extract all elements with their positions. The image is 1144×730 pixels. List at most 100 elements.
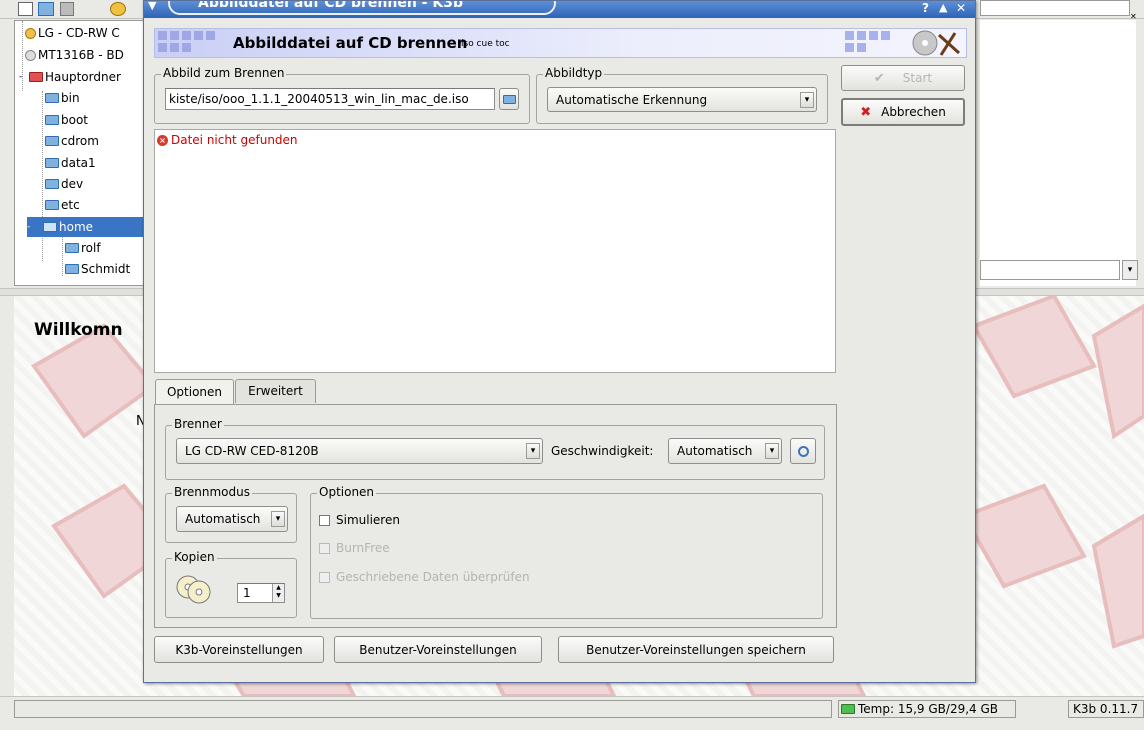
simulate-checkbox[interactable]: Simulieren (319, 513, 400, 527)
folder-open-icon (502, 94, 516, 104)
tree-item-label: home (59, 220, 94, 234)
tree-item-label: cdrom (61, 134, 99, 148)
speed-select[interactable]: Automatisch ▾ (668, 438, 782, 464)
tree-item-home[interactable]: - home (27, 217, 149, 237)
checkbox-box[interactable] (319, 571, 330, 583)
checkbox-box[interactable] (319, 514, 330, 526)
tab-advanced[interactable]: Erweitert (235, 379, 316, 403)
user-defaults-label: Benutzer-Voreinstellungen (359, 642, 517, 657)
options-tab-page: Brenner LG CD-RW CED-8120B ▾ Geschwindig… (154, 404, 837, 628)
save-user-defaults-button[interactable]: Benutzer-Voreinstellungen speichern (558, 636, 834, 663)
new-project-icon[interactable] (18, 2, 33, 16)
image-path-value: kiste/iso/ooo_1.1.1_20040513_win_lin_mac… (169, 92, 469, 106)
open-icon[interactable] (38, 2, 54, 16)
check-icon: ✔ (873, 70, 885, 86)
copies-group-title: Kopien (172, 550, 217, 564)
tree-item-label: rolf (81, 241, 101, 255)
tree-item-etc[interactable]: etc (45, 195, 80, 215)
dialog-title-bar[interactable]: ▼ Abbilddatei auf CD brennen - K3b ? ▲ ✕ (144, 1, 975, 18)
burnfree-checkbox[interactable]: BurnFree (319, 541, 390, 555)
tree-item-bin[interactable]: bin (45, 88, 80, 108)
tab-options-label: Optionen (166, 385, 223, 399)
image-type-group: Abbildtyp Automatische Erkennung ▾ (536, 66, 828, 124)
checkbox-box[interactable] (319, 542, 330, 554)
dialog-title: Abbilddatei auf CD brennen - K3b (198, 1, 463, 11)
tab-options[interactable]: Optionen (155, 379, 234, 405)
status-message-field (14, 700, 832, 718)
tree-item-label: bin (61, 91, 80, 105)
tree-item-boot[interactable]: boot (45, 110, 88, 130)
mode-value: Automatisch (185, 512, 261, 526)
collapse-icon[interactable]: - (27, 222, 41, 232)
image-type-select[interactable]: Automatische Erkennung ▾ (547, 87, 817, 112)
options-group: Optionen Simulieren BurnFree Geschrieben… (310, 485, 823, 619)
filter-combo-arrow-icon[interactable]: ▾ (1122, 260, 1138, 280)
burn-icon[interactable] (110, 2, 126, 16)
browse-button[interactable] (499, 88, 519, 110)
tree-item-dev[interactable]: dev (45, 174, 83, 194)
tree-item-data1[interactable]: data1 (45, 153, 96, 173)
tree-item-label: data1 (61, 156, 96, 170)
options-group-title: Optionen (317, 485, 377, 499)
verify-checkbox[interactable]: Geschriebene Daten überprüfen (319, 570, 530, 584)
cancel-icon: ✖ (860, 104, 872, 120)
refresh-speed-button[interactable] (790, 438, 816, 464)
tree-item-lg-cdrw[interactable]: LG - CD-RW C (25, 23, 120, 43)
temp-status[interactable]: Temp: 15,9 GB/29,4 GB (838, 700, 1016, 718)
folder-icon (65, 264, 79, 274)
cancel-button[interactable]: ✖ Abbrechen (841, 98, 965, 126)
tree-item-label: LG - CD-RW C (38, 26, 120, 40)
tree-item-label: dev (61, 177, 84, 191)
decor-squares-icon (158, 31, 215, 52)
filter-combo[interactable] (980, 260, 1120, 280)
error-icon: × (157, 134, 168, 146)
mode-select[interactable]: Automatisch ▾ (176, 506, 288, 532)
cd-image-icon (845, 30, 961, 56)
error-message: Datei nicht gefunden (171, 133, 298, 147)
info-log[interactable]: × Datei nicht gefunden (154, 129, 836, 373)
collapse-icon[interactable]: - (19, 72, 27, 82)
verify-label: Geschriebene Daten überprüfen (336, 570, 530, 584)
version-label: K3b 0.11.7 (1068, 700, 1144, 718)
cd-copies-icon (176, 575, 211, 604)
root-folder-icon (29, 72, 43, 82)
file-tree: LG - CD-RW C MT1316B - BD - Hauptordner … (14, 20, 150, 286)
start-button[interactable]: ✔ Start (841, 65, 965, 91)
close-panel-icon[interactable]: ✕ (1130, 12, 1137, 21)
location-combo[interactable] (980, 0, 1130, 16)
spin-arrows-icon[interactable]: ▲ ▼ (272, 584, 284, 602)
tree-guide-line (62, 236, 64, 276)
error-row: × Datei nicht gefunden (157, 133, 298, 147)
tree-item-hauptordner[interactable]: - Hauptordner (19, 67, 121, 87)
dialog-header: Abbilddatei auf CD brennen iso cue toc (154, 28, 967, 58)
simulate-label: Simulieren (336, 513, 400, 527)
window-menu-icon[interactable]: ▼ (148, 1, 156, 12)
tree-item-rolf[interactable]: rolf (65, 238, 101, 258)
tree-item-label: boot (61, 113, 89, 127)
close-icon[interactable]: ✕ (956, 1, 966, 15)
user-defaults-button[interactable]: Benutzer-Voreinstellungen (334, 636, 542, 663)
copies-spinbox[interactable]: 1 ▲ ▼ (237, 583, 285, 603)
image-file-group: Abbild zum Brennen kiste/iso/ooo_1.1.1_2… (154, 66, 530, 124)
image-file-group-title: Abbild zum Brennen (161, 66, 287, 80)
folder-icon (45, 93, 59, 103)
copies-group: Kopien 1 ▲ ▼ (165, 550, 297, 618)
save-icon[interactable] (60, 2, 74, 16)
chevron-down-icon: ▾ (800, 91, 814, 108)
tree-item-mt1316b[interactable]: MT1316B - BD (25, 45, 124, 65)
image-path-input[interactable]: kiste/iso/ooo_1.1.1_20040513_win_lin_mac… (165, 88, 495, 110)
k3b-defaults-button[interactable]: K3b-Voreinstellungen (154, 636, 324, 663)
burner-select[interactable]: LG CD-RW CED-8120B ▾ (176, 438, 543, 464)
maximize-icon[interactable]: ▲ (939, 1, 947, 14)
folder-icon (45, 200, 59, 210)
tree-item-label: Hauptordner (45, 70, 121, 84)
copies-value: 1 (243, 586, 251, 600)
tree-item-schmidt[interactable]: Schmidt (65, 259, 130, 279)
help-icon[interactable]: ? (922, 1, 929, 15)
file-view[interactable] (980, 20, 1136, 286)
burner-value: LG CD-RW CED-8120B (185, 444, 319, 458)
folder-icon (45, 158, 59, 168)
dialog-title-pill: Abbilddatei auf CD brennen - K3b (168, 1, 556, 15)
k3b-defaults-label: K3b-Voreinstellungen (175, 642, 303, 657)
tree-item-cdrom[interactable]: cdrom (45, 131, 99, 151)
